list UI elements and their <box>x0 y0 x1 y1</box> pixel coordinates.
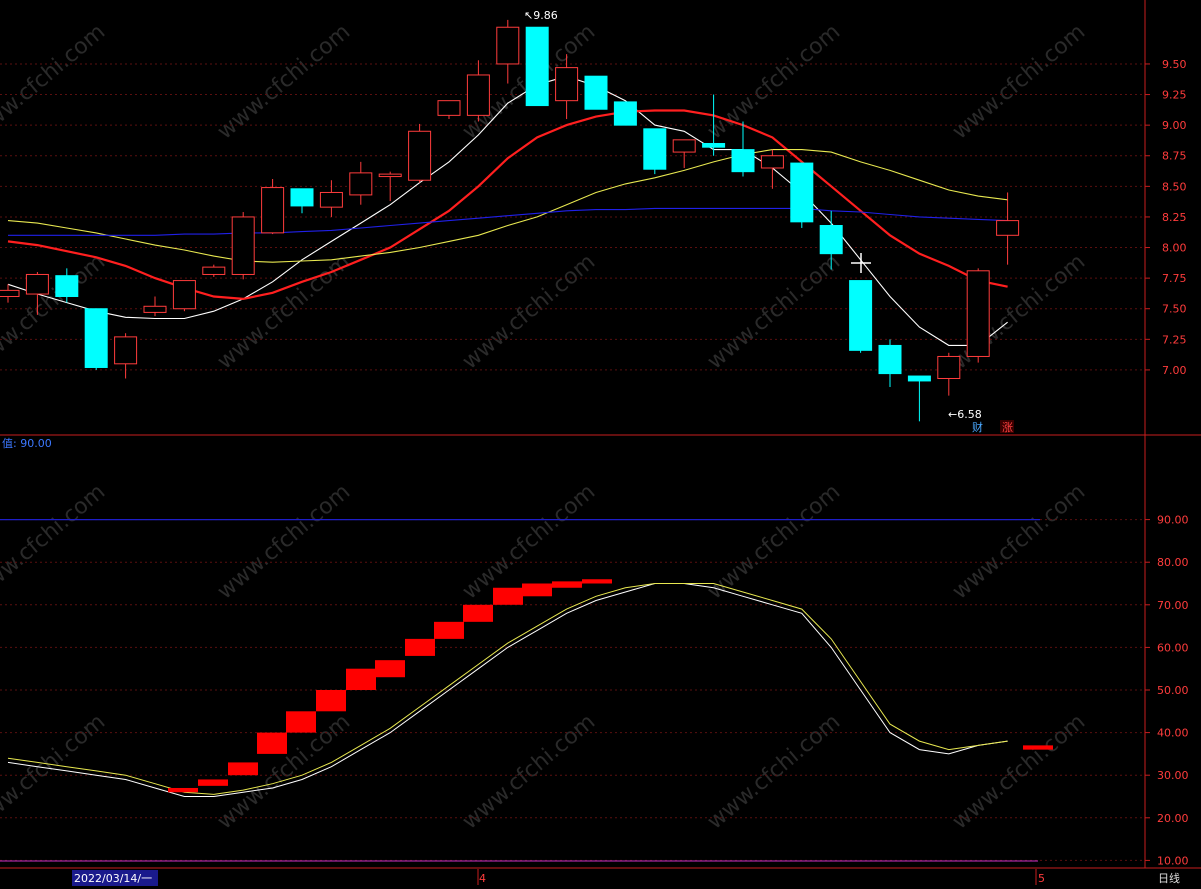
candle-body <box>731 149 755 173</box>
price-tick-label: 7.00 <box>1162 364 1187 377</box>
candle-body <box>613 101 637 126</box>
price-tick-label: 8.75 <box>1162 150 1187 163</box>
candle-body <box>819 225 843 255</box>
price-tick-label: 9.00 <box>1162 119 1187 132</box>
month-mark-4: 4 <box>479 872 486 885</box>
finance-marker[interactable]: 财 <box>972 420 983 434</box>
candle-body <box>408 130 432 181</box>
osc-tick-label: 50.00 <box>1157 684 1189 697</box>
oscillator-block <box>346 668 376 690</box>
candle <box>643 128 667 175</box>
price-tick-label: 7.75 <box>1162 272 1187 285</box>
stock-chart: www.cfchi.com www.cfchi.com www.cfchi.com w… <box>0 0 1201 889</box>
candle-body <box>966 270 990 357</box>
month-mark-5: 5 <box>1038 872 1045 885</box>
candle-body <box>55 275 79 297</box>
osc-tick-label: 90.00 <box>1157 514 1189 527</box>
candle-body <box>84 308 108 368</box>
candle-body <box>878 344 902 375</box>
osc-tick-label: 10.00 <box>1157 854 1189 867</box>
oscillator-block <box>463 604 493 622</box>
low-price-label: ←6.58 <box>948 408 982 421</box>
oscillator-block <box>493 587 523 605</box>
candle-body <box>319 191 343 208</box>
low-price-arrow: ← <box>948 408 957 421</box>
oscillator-block <box>228 762 258 776</box>
oscillator-block <box>582 579 612 584</box>
candle-body <box>496 26 520 65</box>
candle-body <box>525 26 549 107</box>
candle-body <box>790 162 814 223</box>
candle-body <box>261 187 285 234</box>
candle-body <box>643 128 667 170</box>
oscillator-block <box>405 638 435 656</box>
candle <box>849 280 873 353</box>
candle-body <box>996 220 1020 236</box>
candle <box>525 26 549 107</box>
date-readout: 2022/03/14/一 <box>74 872 152 885</box>
candle <box>261 179 285 235</box>
candle <box>613 101 637 126</box>
candle <box>84 308 108 370</box>
oscillator-block <box>522 583 552 597</box>
limit-up-marker[interactable]: 涨 <box>1002 421 1013 434</box>
osc-tick-label: 70.00 <box>1157 599 1189 612</box>
oscillator-block <box>375 660 405 678</box>
oscillator-block <box>286 711 316 733</box>
price-tick-label: 9.25 <box>1162 89 1187 102</box>
candle-body <box>466 74 490 116</box>
oscillator-block <box>198 779 228 786</box>
candle <box>172 280 196 312</box>
candle-body <box>290 188 314 207</box>
period-selector[interactable]: 日线 <box>1158 871 1180 885</box>
oscillator-block <box>1023 745 1053 750</box>
candle <box>966 268 990 363</box>
candle-body <box>937 355 961 379</box>
oscillator-block <box>168 787 198 793</box>
oscillator-block <box>257 732 287 754</box>
candle-body <box>584 75 608 110</box>
price-tick-label: 7.25 <box>1162 333 1187 346</box>
candle-body <box>907 375 931 382</box>
high-price-arrow: ↖ <box>524 9 533 22</box>
osc-tick-label: 60.00 <box>1157 641 1189 654</box>
candle <box>584 75 608 110</box>
candle-body <box>231 216 255 275</box>
high-price-value: 9.86 <box>533 9 558 22</box>
candle-body <box>349 172 373 196</box>
candle-body <box>0 289 20 297</box>
candle <box>408 123 432 183</box>
osc-tick-label: 40.00 <box>1157 727 1189 740</box>
osc-tick-label: 30.00 <box>1157 769 1189 782</box>
oscillator-block <box>552 581 582 588</box>
candle <box>231 212 255 280</box>
candle-body <box>760 155 784 169</box>
high-price-label: ↖9.86 <box>524 9 558 22</box>
candle-body <box>143 305 167 313</box>
candle-body <box>437 100 461 116</box>
price-tick-label: 9.50 <box>1162 58 1187 71</box>
price-tick-label: 8.50 <box>1162 180 1187 193</box>
candle-body <box>702 143 726 148</box>
candle-body <box>849 280 873 351</box>
oscillator-block <box>434 621 464 639</box>
price-tick-label: 7.50 <box>1162 303 1187 316</box>
candle-body <box>555 67 579 102</box>
osc-tick-label: 80.00 <box>1157 556 1189 569</box>
candle-body <box>114 336 138 365</box>
candle <box>790 162 814 228</box>
candle-body <box>202 266 226 275</box>
osc-tick-label: 20.00 <box>1157 812 1189 825</box>
price-tick-label: 8.00 <box>1162 242 1187 255</box>
candle-body <box>25 273 49 295</box>
oscillator-title: 值: 90.00 <box>2 437 52 450</box>
price-tick-label: 8.25 <box>1162 211 1187 224</box>
oscillator-block <box>316 690 346 712</box>
candle-body <box>172 280 196 310</box>
candle-body <box>378 173 402 178</box>
low-price-value: 6.58 <box>957 408 982 421</box>
candle-body <box>672 139 696 153</box>
